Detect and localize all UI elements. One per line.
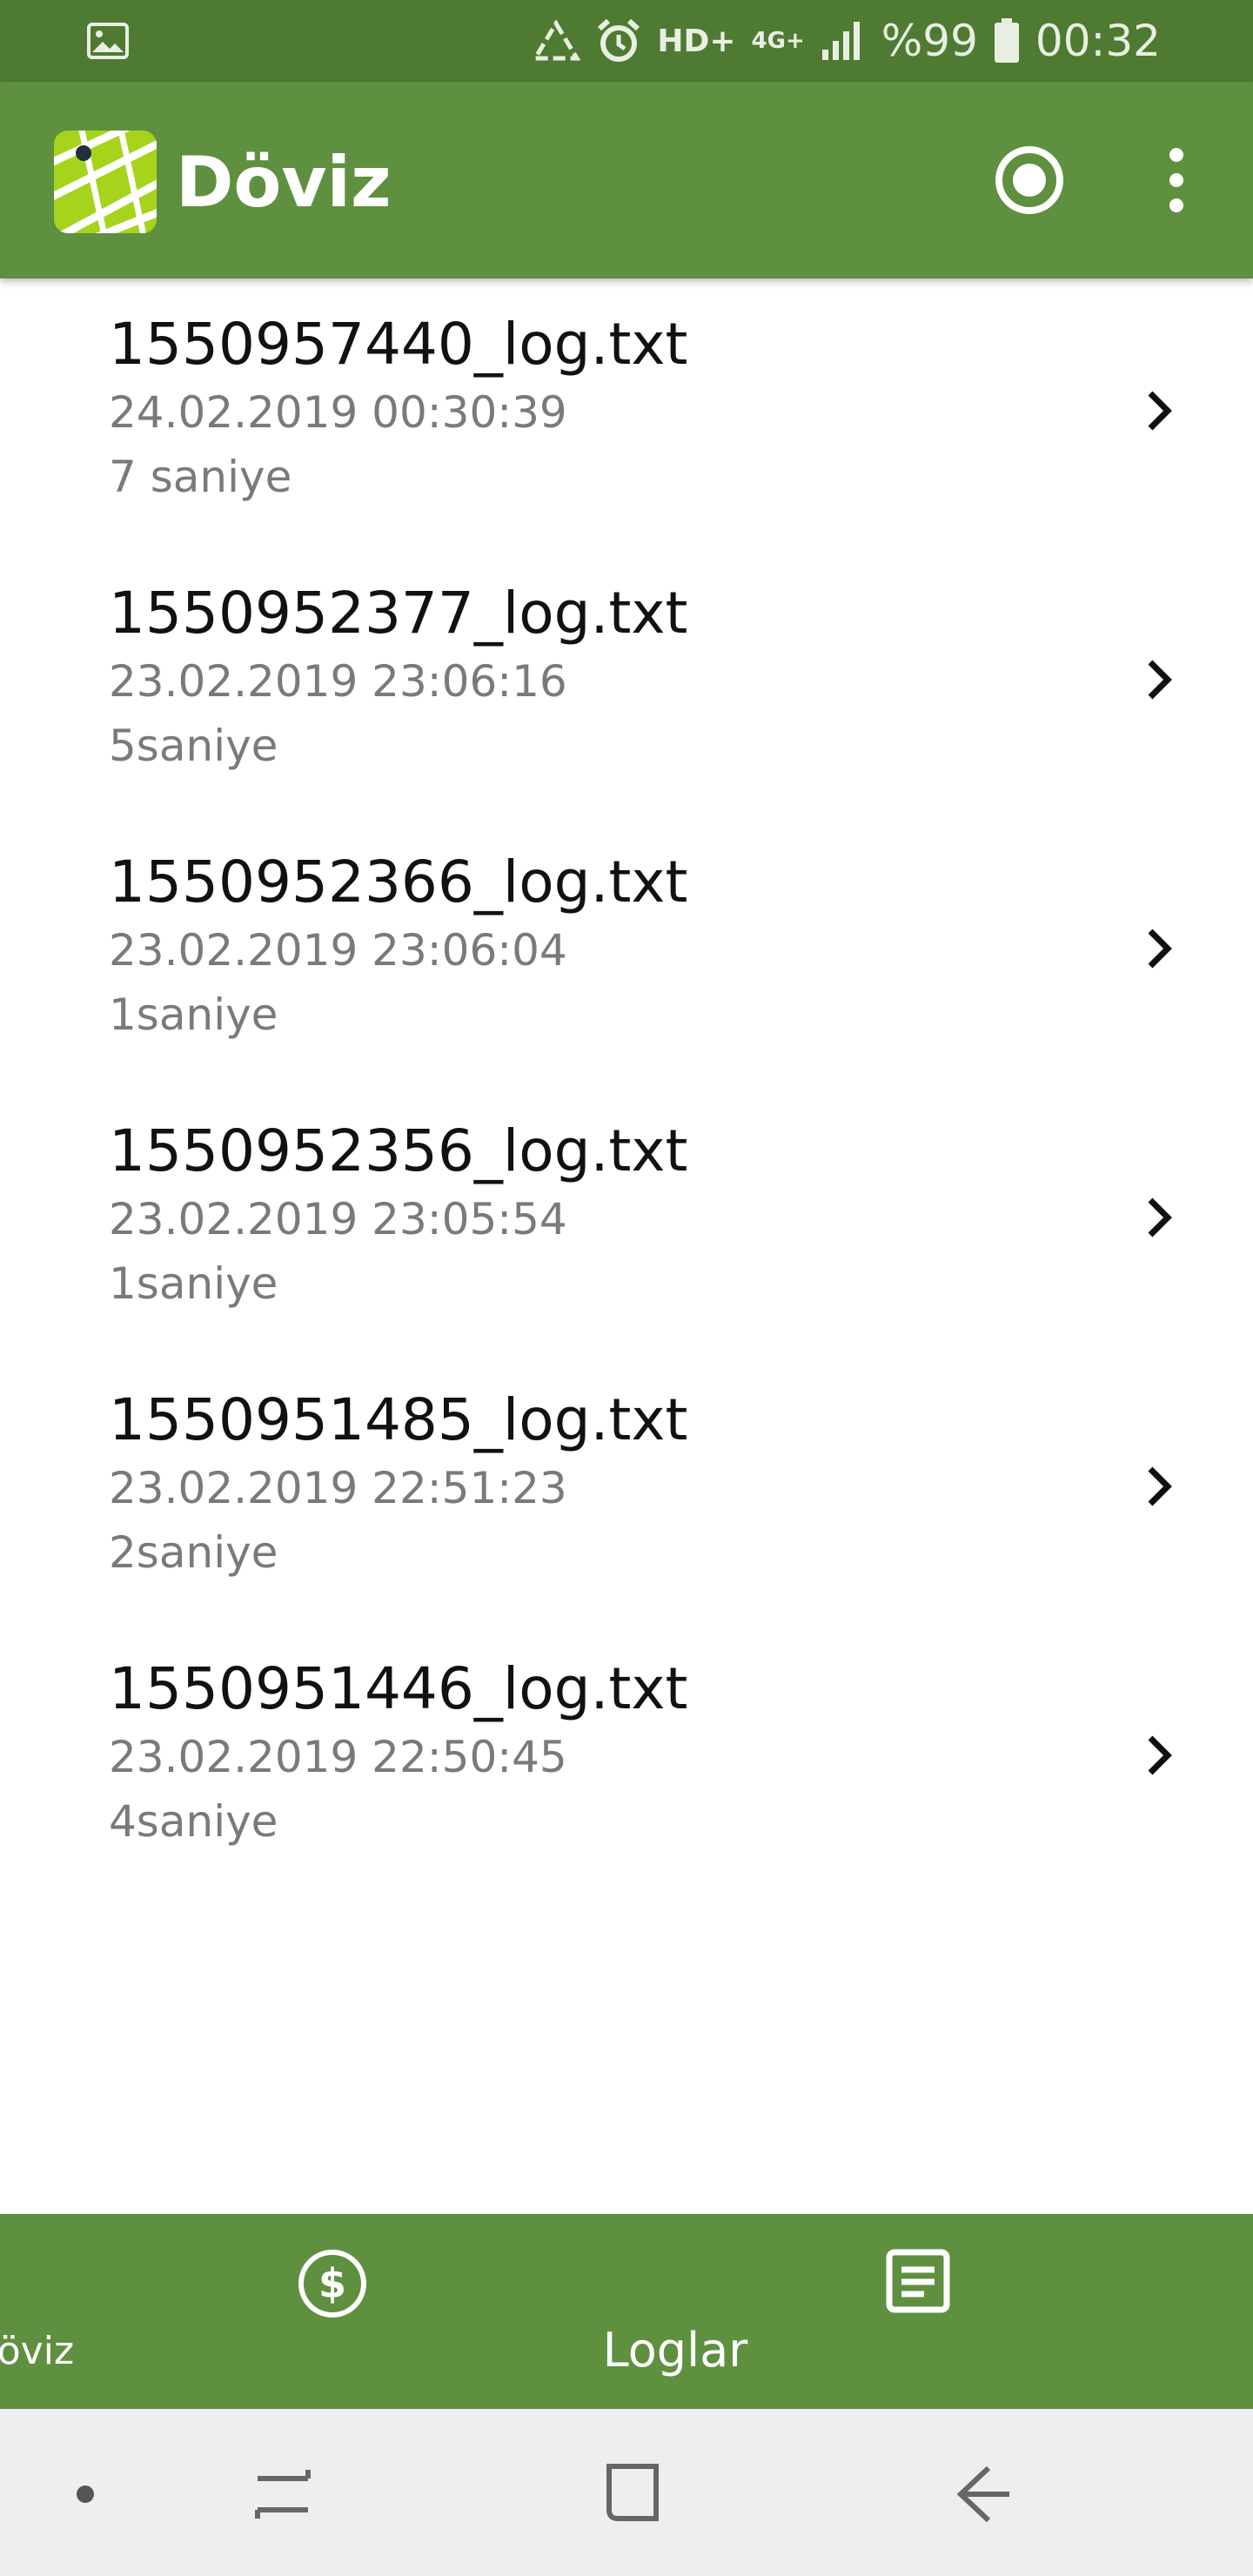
alarm-icon <box>598 18 640 62</box>
network-indicator: HD+ <box>657 23 736 59</box>
log-file-name: 1550951446_log.txt <box>109 1655 688 1722</box>
log-date: 23.02.2019 23:06:16 <box>109 656 567 707</box>
log-file-name: 1550952366_log.txt <box>109 849 688 916</box>
system-navigation-bar <box>0 2409 1253 2576</box>
recent-apps-icon[interactable] <box>252 2461 313 2527</box>
log-date: 23.02.2019 22:50:45 <box>109 1732 567 1782</box>
bottom-navigation: $ Döviz Loglar <box>0 2214 1253 2409</box>
log-file-name: 1550951485_log.txt <box>109 1386 688 1453</box>
battery-percent: %99 <box>881 16 978 66</box>
log-duration: 1saniye <box>109 1258 278 1309</box>
nav-label-doviz: Döviz <box>0 2329 75 2373</box>
log-date: 24.02.2019 00:30:39 <box>109 387 567 438</box>
nav-item-loglar[interactable]: Loglar <box>603 2214 1253 2409</box>
app-logo-icon <box>54 131 157 233</box>
data-saver-icon <box>532 20 581 61</box>
log-file-name: 1550952377_log.txt <box>109 580 688 647</box>
nav-item-doviz[interactable]: $ Döviz <box>0 2214 626 2409</box>
nav-label-loglar: Loglar <box>602 2323 748 2378</box>
log-list: 1550957440_log.txt 24.02.2019 00:30:39 7… <box>0 278 1253 1892</box>
gallery-notification-icon <box>87 23 129 59</box>
log-date: 23.02.2019 23:06:04 <box>109 925 567 976</box>
chevron-right-icon <box>1148 660 1172 700</box>
home-icon[interactable] <box>602 2461 663 2527</box>
battery-icon <box>994 18 1019 63</box>
chevron-right-icon <box>1148 391 1172 431</box>
record-icon[interactable] <box>994 144 1065 216</box>
log-list-item[interactable]: 1550952366_log.txt 23.02.2019 23:06:04 1… <box>0 816 1253 1085</box>
status-time: 00:32 <box>1035 16 1161 66</box>
log-duration: 7 saniye <box>109 452 292 502</box>
log-duration: 5saniye <box>109 721 278 771</box>
log-file-name: 1550957440_log.txt <box>109 311 688 378</box>
app-title: Döviz <box>176 142 392 223</box>
back-icon[interactable] <box>954 2463 1015 2526</box>
log-list-item[interactable]: 1550952356_log.txt 23.02.2019 23:05:54 1… <box>0 1085 1253 1354</box>
chevron-right-icon <box>1148 929 1172 969</box>
log-list-item[interactable]: 1550951446_log.txt 23.02.2019 22:50:45 4… <box>0 1623 1253 1892</box>
network-type-indicator: 4G+ <box>751 28 805 54</box>
log-duration: 4saniye <box>109 1796 278 1847</box>
status-bar: HD+ 4G+ %99 00:32 <box>0 0 1253 82</box>
more-options-icon[interactable] <box>1152 144 1201 216</box>
dot-icon <box>77 2485 94 2503</box>
chevron-right-icon <box>1148 1466 1172 1506</box>
signal-icon <box>821 22 860 60</box>
log-list-item[interactable]: 1550957440_log.txt 24.02.2019 00:30:39 7… <box>0 278 1253 547</box>
log-date: 23.02.2019 23:05:54 <box>109 1194 567 1244</box>
log-file-name: 1550952356_log.txt <box>109 1117 688 1184</box>
svg-text:$: $ <box>318 2260 346 2307</box>
chevron-right-icon <box>1148 1197 1172 1238</box>
log-list-item[interactable]: 1550952377_log.txt 23.02.2019 23:06:16 5… <box>0 547 1253 816</box>
chevron-right-icon <box>1148 1735 1172 1775</box>
log-duration: 1saniye <box>109 989 278 1040</box>
dollar-circle-icon: $ <box>298 2250 366 2318</box>
log-date: 23.02.2019 22:51:23 <box>109 1463 567 1513</box>
log-list-item[interactable]: 1550951485_log.txt 23.02.2019 22:51:23 2… <box>0 1354 1253 1623</box>
app-bar: Döviz <box>0 82 1253 278</box>
document-list-icon <box>886 2249 950 2313</box>
log-duration: 2saniye <box>109 1527 278 1578</box>
